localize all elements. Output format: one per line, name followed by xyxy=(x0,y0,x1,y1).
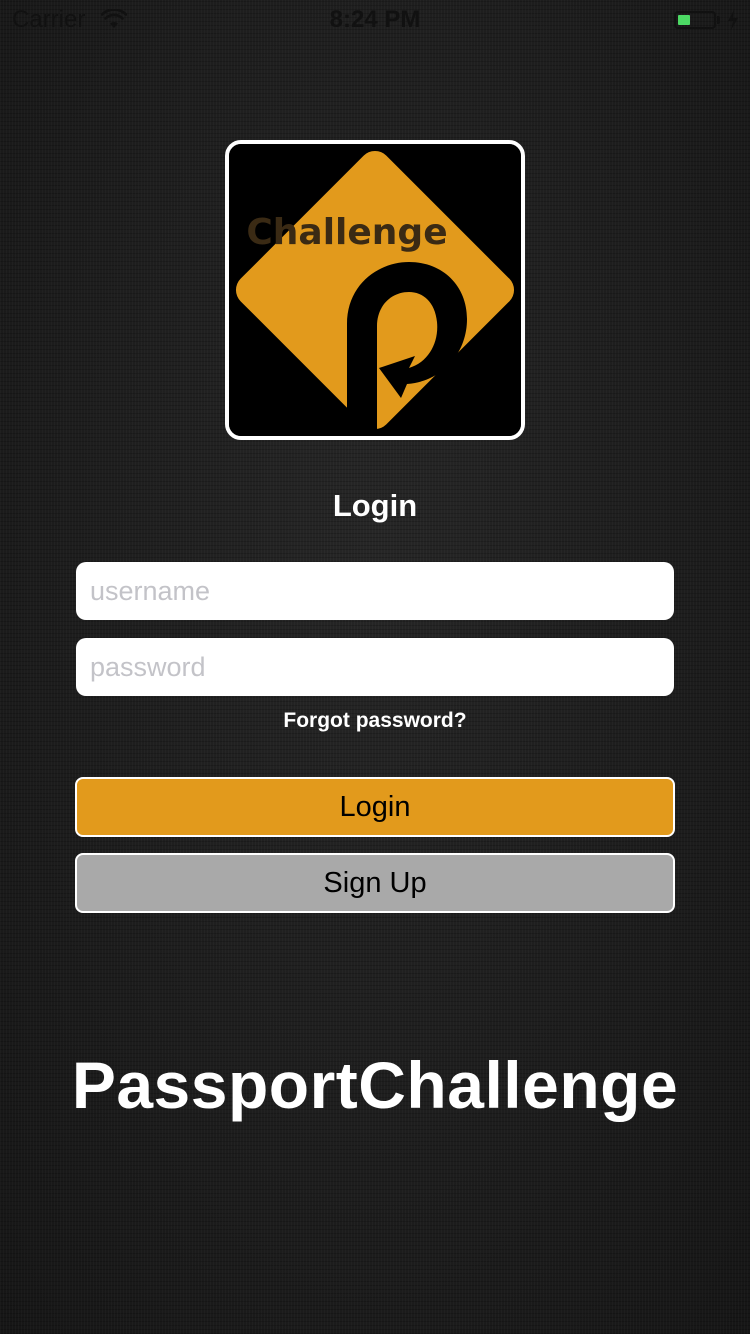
status-time: 8:24 PM xyxy=(329,6,421,33)
battery-icon xyxy=(674,11,716,29)
battery-level xyxy=(678,15,690,25)
app-logo: Challenge xyxy=(225,140,525,440)
logo-text: Challenge xyxy=(246,212,447,253)
battery-tip xyxy=(717,16,720,24)
username-input[interactable] xyxy=(76,562,674,620)
forgot-password-link[interactable]: Forgot password? xyxy=(0,709,750,733)
page-title: Login xyxy=(332,488,418,523)
sign-up-button[interactable]: Sign Up xyxy=(75,853,675,913)
status-bar: Carrier 8:24 PM xyxy=(0,0,750,40)
logo-mark: Challenge xyxy=(229,144,521,436)
charging-bolt-icon xyxy=(728,10,738,30)
password-input[interactable] xyxy=(76,638,674,696)
app-name-title: PassportChallenge xyxy=(71,1048,679,1122)
login-button[interactable]: Login xyxy=(75,777,675,837)
